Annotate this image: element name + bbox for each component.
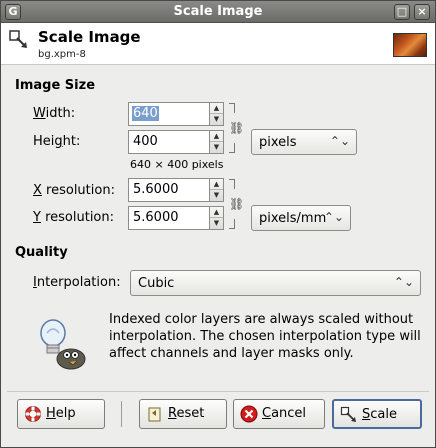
- button-separator: [121, 401, 122, 427]
- revert-icon: [148, 407, 161, 422]
- size-chain-button[interactable]: ⛓: [229, 103, 245, 153]
- scale-label: Scale: [362, 407, 397, 422]
- chevron-updown-icon: ⌃⌄: [393, 275, 414, 289]
- title-bar[interactable]: G Scale Image □ ×: [1, 1, 435, 23]
- scale-image-dialog: G Scale Image □ × Scale Image bg.xpm-8 I…: [0, 0, 436, 448]
- reset-button[interactable]: Reset: [139, 399, 227, 429]
- x-resolution-spinner[interactable]: 5.6000 ▲ ▼: [128, 178, 224, 202]
- maximize-icon[interactable]: □: [394, 4, 410, 20]
- wilber-lightbulb-icon: [40, 319, 86, 370]
- chevron-updown-icon: ⌃⌄: [329, 134, 350, 148]
- interpolation-info-text: Indexed color layers are always scaled w…: [109, 312, 421, 361]
- pixel-size-info: 640 × 400 pixels: [130, 158, 224, 171]
- quality-heading: Quality: [15, 245, 68, 260]
- width-decrement[interactable]: ▼: [210, 114, 223, 125]
- y-resolution-value[interactable]: 5.6000: [133, 210, 179, 225]
- help-button[interactable]: Help: [17, 399, 105, 429]
- cancel-icon: [240, 405, 258, 423]
- cancel-label: Cancel: [262, 406, 307, 421]
- x-resolution-spin-buttons[interactable]: ▲ ▼: [209, 179, 223, 201]
- width-spinner[interactable]: 640 ▲ ▼: [128, 102, 224, 126]
- lifebuoy-icon: [25, 406, 41, 422]
- interpolation-select[interactable]: Cubic ⌃⌄: [130, 270, 421, 296]
- resolution-unit-value: pixels/mm: [259, 211, 327, 226]
- resolution-unit-select[interactable]: pixels/mm ⌃⌄: [251, 205, 351, 231]
- x-resolution-value[interactable]: 5.6000: [133, 182, 179, 197]
- height-spinner[interactable]: 400 ▲ ▼: [128, 130, 224, 154]
- button-row-divider: [7, 391, 429, 392]
- image-name: bg.xpm-8: [38, 49, 86, 60]
- height-value[interactable]: 400: [133, 134, 158, 149]
- image-size-heading: Image Size: [15, 78, 96, 93]
- y-resolution-label: Y resolution:: [33, 210, 115, 225]
- size-unit-select[interactable]: pixels ⌃⌄: [251, 129, 357, 155]
- interpolation-label: Interpolation:: [33, 275, 121, 290]
- x-resolution-label: X resolution:: [33, 183, 115, 198]
- x-resolution-decrement[interactable]: ▼: [210, 190, 223, 201]
- chevron-updown-icon: ⌃⌄: [323, 210, 344, 224]
- header-title: Scale Image: [38, 28, 141, 46]
- size-unit-value: pixels: [259, 135, 297, 150]
- width-spin-buttons[interactable]: ▲ ▼: [209, 103, 223, 125]
- height-increment[interactable]: ▲: [210, 131, 223, 142]
- scale-tool-icon: [9, 30, 27, 48]
- chain-link-icon: ⛓: [229, 197, 245, 211]
- scale-button[interactable]: Scale: [332, 399, 422, 429]
- cancel-button[interactable]: Cancel: [233, 399, 325, 429]
- height-spin-buttons[interactable]: ▲ ▼: [209, 131, 223, 153]
- image-thumbnail: [393, 33, 427, 57]
- resolution-chain-button[interactable]: ⛓: [229, 179, 245, 229]
- window-title: Scale Image: [173, 4, 263, 19]
- y-resolution-increment[interactable]: ▲: [210, 207, 223, 218]
- chain-link-icon: ⛓: [229, 121, 245, 135]
- height-decrement[interactable]: ▼: [210, 142, 223, 153]
- y-resolution-spinner[interactable]: 5.6000 ▲ ▼: [128, 206, 224, 230]
- x-resolution-increment[interactable]: ▲: [210, 179, 223, 190]
- width-value[interactable]: 640: [132, 106, 159, 121]
- width-label: Width:: [33, 106, 76, 121]
- scale-tool-icon: [340, 406, 356, 422]
- interpolation-value: Cubic: [138, 276, 175, 291]
- width-increment[interactable]: ▲: [210, 103, 223, 114]
- reset-label: Reset: [168, 406, 205, 421]
- close-icon[interactable]: ×: [414, 4, 430, 20]
- help-label: Help: [46, 406, 76, 421]
- dialog-header: Scale Image bg.xpm-8: [1, 23, 435, 65]
- y-resolution-decrement[interactable]: ▼: [210, 218, 223, 229]
- y-resolution-spin-buttons[interactable]: ▲ ▼: [209, 207, 223, 229]
- height-label: Height:: [33, 134, 81, 149]
